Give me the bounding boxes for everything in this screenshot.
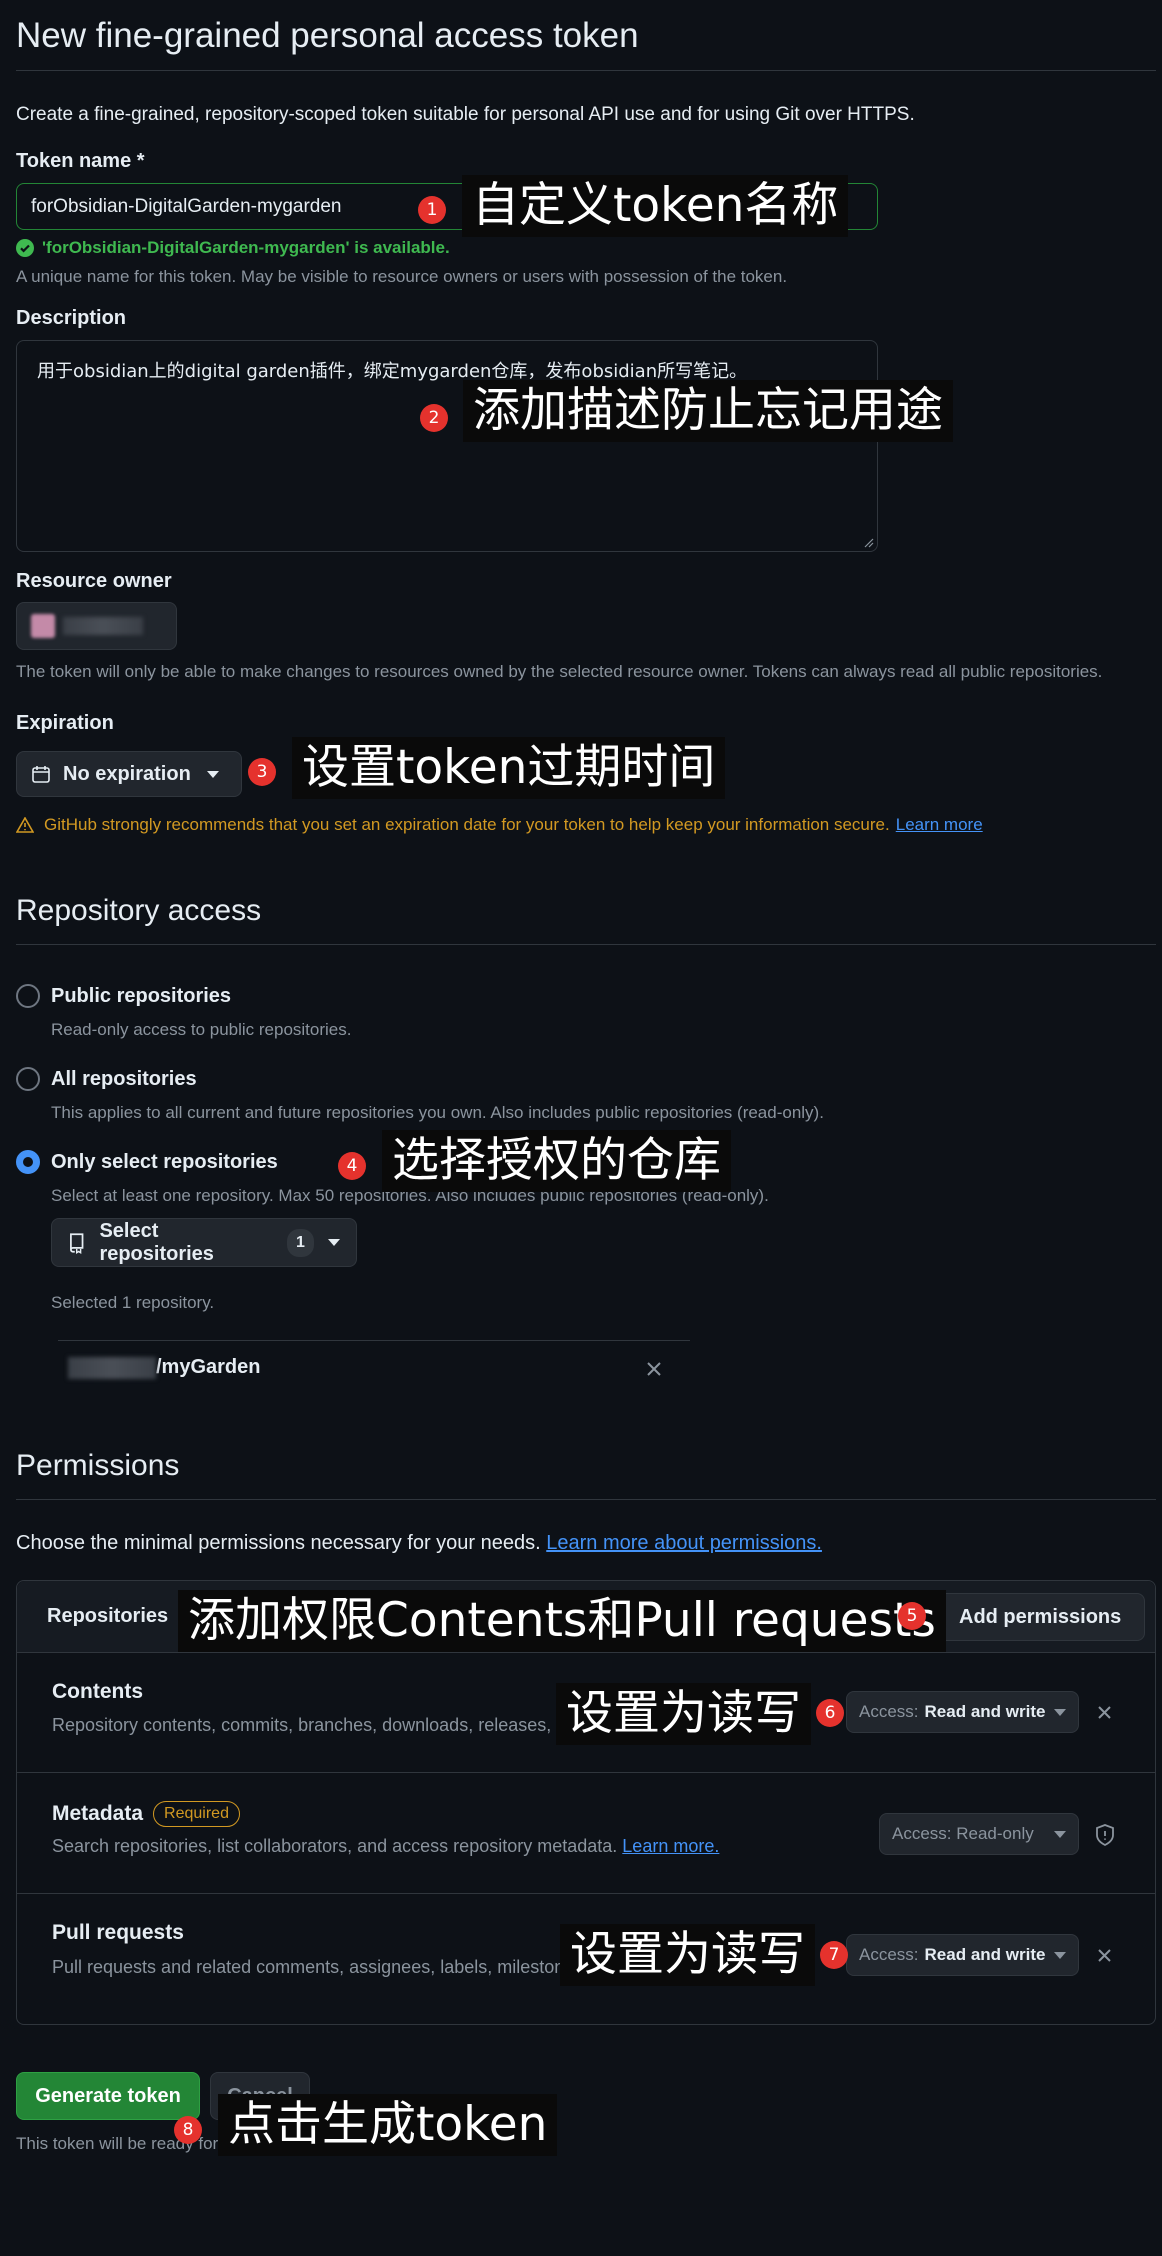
repo-name: /myGarden bbox=[156, 1356, 261, 1378]
resource-owner-select[interactable] bbox=[16, 602, 177, 650]
selected-repos-text: Selected 1 repository. bbox=[51, 1293, 215, 1312]
permission-metadata-header: Metadata Required bbox=[52, 1801, 240, 1827]
permissions-intro: Choose the minimal permissions necessary… bbox=[16, 1532, 822, 1555]
permission-pull-requests-title: Pull requests bbox=[52, 1921, 184, 1944]
add-permissions-label: Add permissions bbox=[959, 1605, 1122, 1628]
check-circle-icon bbox=[16, 239, 34, 257]
remove-repo-close-icon[interactable] bbox=[646, 1361, 662, 1377]
required-badge: Required bbox=[153, 1801, 240, 1827]
annotation-badge-6: 6 bbox=[816, 1699, 844, 1727]
metadata-learn-more-link[interactable]: Learn more. bbox=[622, 1836, 719, 1856]
contents-access-prefix: Access: bbox=[859, 1702, 919, 1721]
owner-avatar bbox=[31, 614, 55, 638]
available-text: 'forObsidian-DigitalGarden-mygarden' is … bbox=[42, 238, 450, 257]
permissions-title: Permissions bbox=[16, 1449, 180, 1482]
annotation-3: 设置token过期时间 bbox=[292, 737, 726, 800]
row-divider bbox=[17, 1893, 1155, 1894]
generate-token-button[interactable]: Generate token bbox=[16, 2072, 200, 2120]
annotation-5: 添加权限Contents和Pull requests bbox=[178, 1590, 946, 1653]
annotation-4: 选择授权的仓库 bbox=[382, 1130, 731, 1193]
permission-metadata-title: Metadata bbox=[52, 1802, 144, 1825]
annotation-2: 添加描述防止忘记用途 bbox=[463, 380, 953, 443]
selected-count-badge: 1 bbox=[286, 1228, 314, 1257]
token-name-value: forObsidian-DigitalGarden-mygarden bbox=[31, 196, 342, 217]
row-divider bbox=[17, 1772, 1155, 1773]
public-repositories-desc: Read-only access to public repositories. bbox=[51, 1020, 352, 1039]
tab-repositories[interactable]: Repositories bbox=[47, 1605, 168, 1628]
repo-owner-redacted bbox=[68, 1356, 156, 1379]
all-repositories-label: All repositories bbox=[51, 1068, 197, 1090]
permission-contents-title: Contents bbox=[52, 1680, 143, 1703]
page-title: New fine-grained personal access token bbox=[16, 16, 639, 55]
token-name-available: 'forObsidian-DigitalGarden-mygarden' is … bbox=[16, 238, 450, 258]
repo-access-divider bbox=[16, 944, 1156, 945]
selected-repo-item: /myGarden bbox=[68, 1356, 260, 1379]
radio-only-select-repositories[interactable] bbox=[16, 1150, 40, 1174]
expiration-value: No expiration bbox=[63, 762, 191, 785]
public-repositories-label: Public repositories bbox=[51, 985, 232, 1007]
annotation-6: 设置为读写 bbox=[556, 1683, 811, 1746]
annotation-badge-8: 8 bbox=[174, 2116, 202, 2144]
resource-owner-label: Resource owner bbox=[16, 570, 172, 592]
annotation-badge-2: 2 bbox=[420, 404, 448, 432]
only-select-label: Only select repositories bbox=[51, 1151, 278, 1173]
annotation-badge-5: 5 bbox=[898, 1602, 926, 1630]
remove-contents-close-icon[interactable] bbox=[1097, 1705, 1112, 1720]
selected-list-divider bbox=[58, 1340, 690, 1341]
permission-metadata-desc: Search repositories, list collaborators,… bbox=[52, 1836, 719, 1857]
chevron-down-icon bbox=[1054, 1830, 1066, 1838]
radio-public-repositories[interactable] bbox=[16, 984, 40, 1008]
contents-access-value: Read and write bbox=[924, 1702, 1046, 1721]
annotation-badge-4: 4 bbox=[338, 1152, 366, 1180]
annotation-badge-7: 7 bbox=[820, 1941, 848, 1969]
annotation-8: 点击生成token bbox=[218, 2094, 558, 2157]
token-name-hint: A unique name for this token. May be vis… bbox=[16, 267, 788, 286]
resource-owner-hint: The token will only be able to make chan… bbox=[16, 662, 1103, 681]
description-label: Description bbox=[16, 307, 127, 329]
annotation-badge-1: 1 bbox=[418, 196, 446, 224]
resize-handle-icon[interactable] bbox=[864, 538, 874, 548]
shield-icon bbox=[1096, 1824, 1114, 1847]
description-textarea[interactable]: 用于obsidian上的digital garden插件，绑定mygarden仓… bbox=[16, 340, 878, 552]
page-intro: Create a fine-grained, repository-scoped… bbox=[16, 104, 915, 125]
expiration-learn-more-link[interactable]: Learn more bbox=[896, 815, 983, 835]
warning-text: GitHub strongly recommends that you set … bbox=[44, 815, 890, 834]
metadata-desc-text: Search repositories, list collaborators,… bbox=[52, 1836, 618, 1856]
expiration-select[interactable]: No expiration bbox=[16, 751, 242, 797]
chevron-down-icon bbox=[327, 1239, 340, 1246]
pull-requests-access-select[interactable]: Access: Read and write bbox=[846, 1934, 1079, 1976]
permissions-intro-text: Choose the minimal permissions necessary… bbox=[16, 1532, 541, 1554]
token-name-label: Token name * bbox=[16, 150, 145, 172]
chevron-down-icon bbox=[206, 770, 219, 778]
select-repositories-label: Select repositories bbox=[99, 1219, 214, 1265]
remove-pull-requests-close-icon[interactable] bbox=[1097, 1948, 1112, 1963]
add-permissions-button[interactable]: Add permissions bbox=[912, 1593, 1145, 1641]
metadata-access-value: Access: Read-only bbox=[892, 1824, 1034, 1843]
contents-access-select[interactable]: Access: Read and write bbox=[846, 1691, 1079, 1733]
alert-icon bbox=[16, 817, 34, 833]
annotation-badge-3: 3 bbox=[248, 758, 276, 786]
permissions-divider bbox=[16, 1499, 1156, 1500]
expiration-label: Expiration bbox=[16, 712, 114, 734]
permissions-learn-more-link[interactable]: Learn more about permissions. bbox=[546, 1532, 822, 1554]
calendar-icon bbox=[32, 766, 50, 783]
annotation-1: 自定义token名称 bbox=[462, 175, 849, 238]
pull-requests-access-prefix: Access: bbox=[859, 1945, 919, 1964]
title-divider bbox=[16, 70, 1156, 71]
annotation-7: 设置为读写 bbox=[560, 1924, 815, 1987]
select-repositories-button[interactable]: Select repositories 1 bbox=[51, 1218, 357, 1267]
chevron-down-icon bbox=[1054, 1951, 1066, 1959]
owner-name-redacted bbox=[63, 617, 143, 635]
expiration-warning: GitHub strongly recommends that you set … bbox=[16, 815, 983, 835]
chevron-down-icon bbox=[1054, 1708, 1066, 1716]
description-value: 用于obsidian上的digital garden插件，绑定mygarden仓… bbox=[37, 361, 748, 382]
metadata-access-select[interactable]: Access: Read-only bbox=[879, 1813, 1079, 1855]
repo-icon bbox=[70, 1232, 84, 1254]
repository-access-title: Repository access bbox=[16, 894, 262, 927]
all-repositories-desc: This applies to all current and future r… bbox=[51, 1103, 824, 1122]
pull-requests-access-value: Read and write bbox=[924, 1945, 1046, 1964]
radio-all-repositories[interactable] bbox=[16, 1067, 40, 1091]
